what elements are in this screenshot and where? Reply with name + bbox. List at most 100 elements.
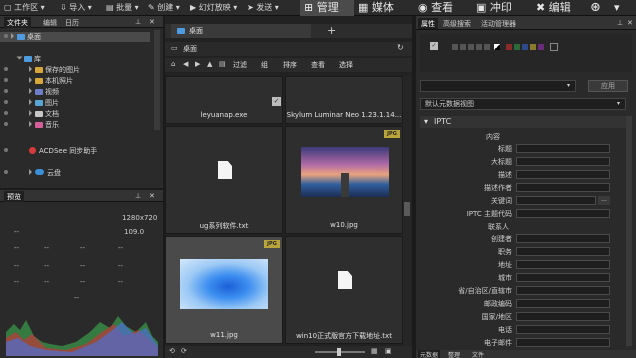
thumbnail-ug-txt[interactable]: ug系列软件.txt [165, 126, 283, 234]
description-writer-field[interactable] [516, 183, 610, 192]
filter-menu[interactable]: 过滤 [233, 60, 247, 70]
apply-button[interactable]: 应用 [588, 80, 628, 92]
create-menu[interactable]: ✎ 创建 ▾ [148, 2, 180, 13]
properties-scrollbar[interactable] [626, 116, 632, 346]
tab-edit[interactable]: 编辑 [40, 17, 60, 28]
pin-icon[interactable]: ⊥ [132, 17, 144, 28]
folders-icon[interactable]: ▤ [219, 60, 226, 68]
batch-menu[interactable]: ▤ 批量 ▾ [106, 2, 139, 13]
checkbox-icon[interactable]: ✓ [272, 97, 281, 106]
sort-menu[interactable]: 排序 [283, 60, 297, 70]
keywords-field[interactable] [516, 196, 596, 205]
rating-3[interactable] [468, 44, 474, 50]
tab-properties[interactable]: 属性 [418, 18, 438, 29]
refresh-icon[interactable]: ↻ [397, 43, 404, 52]
tree-item-music[interactable]: 音乐 [4, 120, 59, 130]
tab-desktop[interactable]: 桌面 [171, 24, 311, 38]
color-label-blue[interactable] [522, 44, 528, 50]
tree-item-library[interactable]: 库 [16, 54, 41, 64]
country-field[interactable] [516, 312, 610, 321]
email-field[interactable] [516, 338, 610, 347]
fit-icon[interactable]: ▣ [385, 347, 392, 355]
tree-item-cloud[interactable]: 云盘 [4, 168, 61, 178]
color-label-none[interactable] [550, 43, 558, 51]
tab-organize[interactable]: 整理 [448, 350, 460, 358]
tab-file[interactable]: 文件 [472, 350, 484, 358]
close-icon[interactable]: ✕ [624, 18, 636, 29]
keywords-browse-button[interactable]: ... [598, 196, 610, 205]
rotate-icon[interactable]: ⟲ [169, 347, 175, 355]
menu-icon[interactable]: ▾ [614, 0, 634, 16]
add-tab-icon[interactable]: + [327, 24, 336, 37]
clear-rating-icon[interactable] [494, 44, 500, 50]
mode-manage[interactable]: ⊞ 管理 [300, 0, 354, 16]
iptc-section-header[interactable]: ▾ IPTC [420, 116, 626, 128]
zoom-slider[interactable] [315, 348, 365, 356]
tree-scrollbar[interactable] [154, 30, 160, 130]
color-label-green[interactable] [514, 44, 520, 50]
up-icon[interactable]: ▲ [207, 60, 212, 68]
postal-code-field[interactable] [516, 299, 610, 308]
pin-icon[interactable]: ⊥ [132, 191, 144, 202]
mode-media[interactable]: ▦ 媒体 [358, 0, 408, 16]
phone-field[interactable] [516, 325, 610, 334]
tag-checkbox[interactable]: ✓ [430, 42, 438, 50]
tab-activity-manager[interactable]: 活动管理器 [478, 18, 519, 29]
metadata-preset-select[interactable]: ▾ [420, 80, 576, 92]
description-field[interactable] [516, 170, 610, 179]
mode-develop[interactable]: ▣ 冲印 [476, 0, 528, 16]
tree-item-local-photos[interactable]: 本机照片 [4, 76, 73, 86]
tab-advanced-search[interactable]: 高级搜索 [440, 18, 474, 29]
tab-calendar[interactable]: 日历 [62, 17, 82, 28]
thumbnail-w10[interactable]: JPG w10.jpg [285, 126, 403, 234]
thumbnail-w11[interactable]: JPG w11.jpg [165, 236, 283, 344]
forward-icon[interactable]: ▶ [195, 60, 200, 68]
thumbnail-win10-txt[interactable]: win10正式版官方下载地址.txt [285, 236, 403, 344]
view-menu[interactable]: 查看 [311, 60, 325, 70]
thumbnail-skylum[interactable]: Skylum Luminar Neo 1.23.1.14... [285, 76, 403, 124]
zoom-slider-handle[interactable] [337, 348, 341, 356]
tab-metadata[interactable]: 元数据 [418, 350, 441, 358]
slideshow-menu[interactable]: ▶ 幻灯放映 ▾ [190, 2, 237, 13]
path-text[interactable]: 桌面 [183, 44, 197, 54]
rating-2[interactable] [460, 44, 466, 50]
grid-view-icon[interactable]: ▦ [371, 347, 378, 355]
group-menu[interactable]: 组 [261, 60, 268, 70]
rating-1[interactable] [452, 44, 458, 50]
province-field[interactable] [516, 286, 610, 295]
thumbnail-leyuanap[interactable]: ✓ leyuanap.exe [165, 76, 283, 124]
job-title-field[interactable] [516, 247, 610, 256]
thumbnail-scrollbar[interactable] [403, 76, 411, 346]
headline-field[interactable] [516, 157, 610, 166]
city-field[interactable] [516, 273, 610, 282]
metadata-view-select[interactable]: 默认元数据视图 ▾ [420, 98, 626, 110]
tab-preview[interactable]: 预览 [4, 191, 24, 202]
tab-folders[interactable]: 文件夹 [4, 17, 31, 28]
color-label-yellow[interactable] [530, 44, 536, 50]
creator-field[interactable] [516, 234, 610, 243]
color-label-red[interactable] [506, 44, 512, 50]
home-icon[interactable]: ⌂ [171, 60, 175, 68]
tree-item-documents[interactable]: 文档 [4, 109, 59, 119]
close-icon[interactable]: ✕ [146, 191, 158, 202]
close-icon[interactable]: ✕ [146, 17, 158, 28]
import-menu[interactable]: ⇩ 导入 ▾ [60, 2, 92, 13]
tree-item-pictures[interactable]: 图片 [4, 98, 59, 108]
rating-4[interactable] [476, 44, 482, 50]
title-field[interactable] [516, 144, 610, 153]
subject-code-field[interactable] [516, 209, 610, 218]
rotate-right-icon[interactable]: ⟳ [181, 347, 187, 355]
tree-item-desktop[interactable]: 桌面 [0, 32, 150, 42]
select-menu[interactable]: 选择 [339, 60, 353, 70]
send-menu[interactable]: ➤ 发送 ▾ [247, 2, 279, 13]
back-icon[interactable]: ◀ [183, 60, 188, 68]
scrollbar-thumb[interactable] [404, 202, 410, 216]
tree-item-videos[interactable]: 视频 [4, 87, 59, 97]
workspace-menu[interactable]: ▢ 工作区 ▾ [4, 2, 45, 13]
mode-view[interactable]: ◉ 查看 [418, 0, 468, 16]
color-label-purple[interactable] [538, 44, 544, 50]
rating-5[interactable] [484, 44, 490, 50]
tree-item-saved-pictures[interactable]: 保存的图片 [4, 65, 80, 75]
film-icon[interactable]: ⊛ [590, 0, 610, 16]
mode-edit[interactable]: ✖ 编辑 [536, 0, 586, 16]
